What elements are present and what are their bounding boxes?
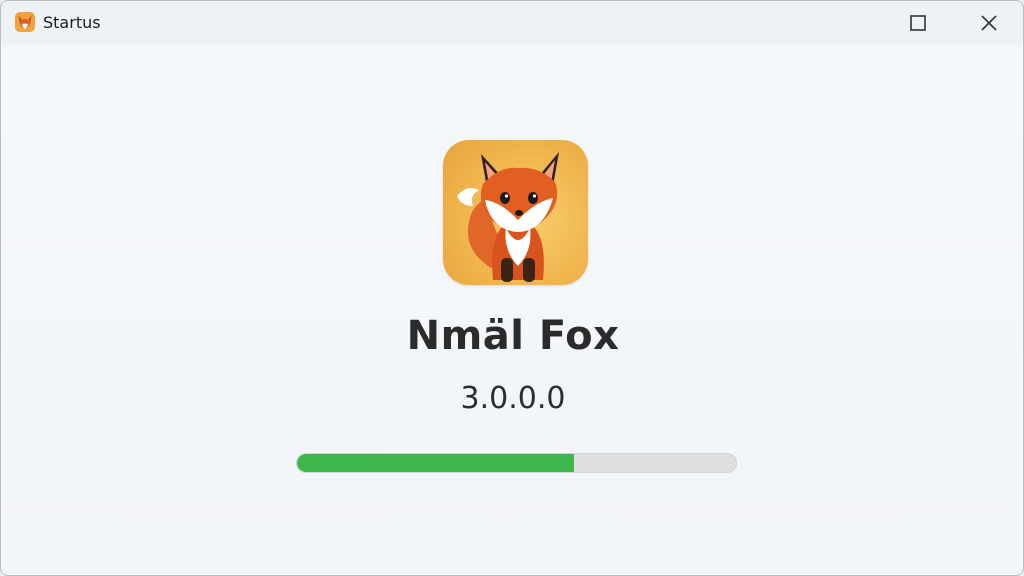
app-name: Nmäl Fox	[406, 313, 620, 359]
maximize-button[interactable]	[895, 1, 941, 45]
splash-content: Nmäl Fox 3.0.0.0	[1, 45, 1023, 575]
fox-logo	[443, 140, 588, 285]
title-bar[interactable]: Startus	[1, 1, 1023, 45]
close-button[interactable]	[966, 1, 1012, 45]
app-version: 3.0.0.0	[460, 381, 566, 416]
close-icon	[981, 15, 997, 31]
splash-window: Startus Nmäl Fox 3.0.0.0	[0, 0, 1024, 576]
maximize-icon	[910, 15, 926, 31]
window-title: Startus	[43, 13, 101, 32]
loading-progress-bar	[296, 453, 737, 473]
progress-fill	[297, 454, 574, 472]
fox-icon	[14, 11, 36, 33]
